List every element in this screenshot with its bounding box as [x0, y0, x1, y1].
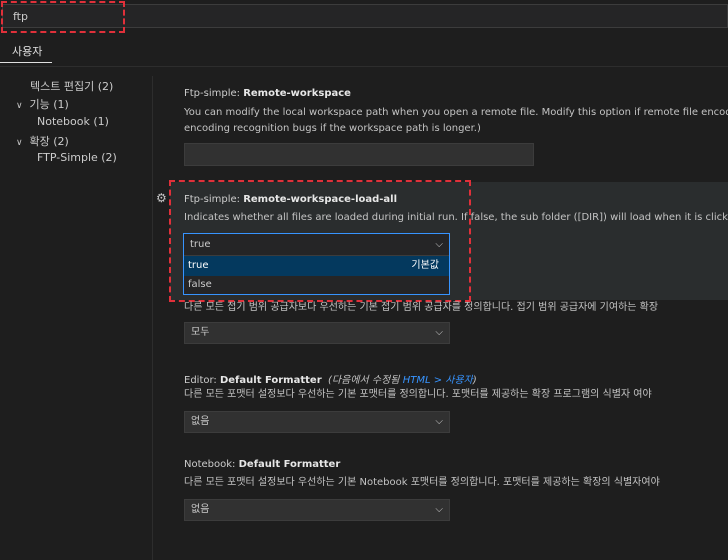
tab-user[interactable]: 사용자	[12, 43, 42, 59]
setting-desc-line1: You can modify the local workspace path …	[184, 107, 728, 118]
chevron-down-icon: ⌵	[435, 416, 443, 427]
settings-search-input[interactable]	[2, 4, 728, 28]
toc-item-features[interactable]: ∨ 기능 (1)	[16, 96, 69, 112]
setting-category: Ftp-simple:	[184, 88, 244, 99]
modified-suffix: )	[472, 375, 477, 386]
dropdown-option-false[interactable]: false	[184, 276, 449, 294]
setting-desc-notebook-formatter: 다른 모든 포맷터 설정보다 우선하는 기본 Notebook 포맷터를 정의합…	[184, 477, 660, 488]
toc-item-extensions[interactable]: ∨ 확장 (2)	[16, 133, 69, 149]
toc-divider	[152, 76, 153, 560]
setting-name: Default Formatter	[238, 459, 341, 470]
editor-formatter-select[interactable]: 없음 ⌵	[184, 411, 450, 433]
dropdown-option-true[interactable]: true 기본값	[184, 256, 449, 276]
tab-active-indicator	[0, 62, 52, 63]
load-all-dropdown[interactable]: true ⌵ true 기본값 false	[183, 233, 450, 295]
toc-item-label: Notebook (1)	[37, 115, 109, 128]
setting-desc-editor-formatter: 다른 모든 포맷터 설정보다 우선하는 기본 포맷터를 정의합니다. 포맷터를 …	[184, 389, 652, 400]
remote-workspace-input[interactable]	[184, 143, 534, 166]
setting-name: Remote-workspace	[243, 88, 351, 99]
modified-prefix: (다음에서 수정됨	[328, 375, 403, 386]
toc-item-label: FTP-Simple (2)	[37, 151, 117, 164]
folding-select[interactable]: 모두 ⌵	[184, 322, 450, 344]
setting-name: Default Formatter	[219, 375, 322, 386]
option-label: true	[188, 260, 209, 271]
modified-link[interactable]: HTML > 사용자	[403, 375, 473, 386]
setting-category: Ftp-simple:	[184, 194, 244, 205]
tab-separator	[0, 66, 728, 67]
setting-desc-folding: 다른 모든 접기 범위 공급자보다 우선하는 기본 접기 범위 공급자를 정의합…	[184, 302, 659, 313]
option-label: false	[188, 279, 212, 290]
setting-name: Remote-workspace-load-all	[243, 194, 398, 205]
chevron-down-icon: ⌵	[435, 239, 443, 250]
toc-item-label: 확장 (2)	[29, 135, 69, 148]
selected-value: 없음	[191, 504, 210, 515]
selected-value: 없음	[191, 416, 210, 427]
load-all-select[interactable]: true ⌵	[184, 234, 449, 256]
toc-item-notebook[interactable]: Notebook (1)	[37, 115, 109, 128]
toc-item-text-editor[interactable]: 텍스트 편집기 (2)	[30, 78, 113, 94]
default-label: 기본값	[411, 260, 439, 271]
setting-title-load-all: Ftp-simple: Remote-workspace-load-all	[184, 194, 397, 205]
toc-item-label: 기능 (1)	[29, 98, 69, 111]
chevron-down-icon: ⌵	[435, 327, 443, 338]
setting-title-notebook-formatter: Notebook: Default Formatter	[184, 459, 340, 470]
modified-indicator: (다음에서 수정됨 HTML > 사용자)	[325, 375, 477, 386]
gear-icon[interactable]: ⚙	[156, 191, 167, 205]
toc-item-ftp-simple[interactable]: FTP-Simple (2)	[37, 151, 117, 164]
setting-title-remote-workspace: Ftp-simple: Remote-workspace	[184, 88, 351, 99]
search-bar	[0, 0, 728, 34]
setting-desc: Indicates whether all files are loaded d…	[184, 212, 728, 223]
setting-category: Editor:	[184, 375, 220, 386]
setting-category: Notebook:	[184, 459, 239, 470]
selected-value: true	[190, 239, 211, 250]
chevron-down-icon: ∨	[16, 101, 23, 111]
setting-desc-line2: encoding recognition bugs if the workspa…	[184, 123, 481, 134]
toc-item-label: 텍스트 편집기 (2)	[30, 80, 114, 93]
chevron-down-icon: ∨	[16, 138, 23, 148]
notebook-formatter-select[interactable]: 없음 ⌵	[184, 499, 450, 521]
setting-title-editor-formatter: Editor: Default Formatter (다음에서 수정됨 HTML…	[184, 371, 477, 386]
selected-value: 모두	[191, 327, 210, 338]
chevron-down-icon: ⌵	[435, 504, 443, 515]
